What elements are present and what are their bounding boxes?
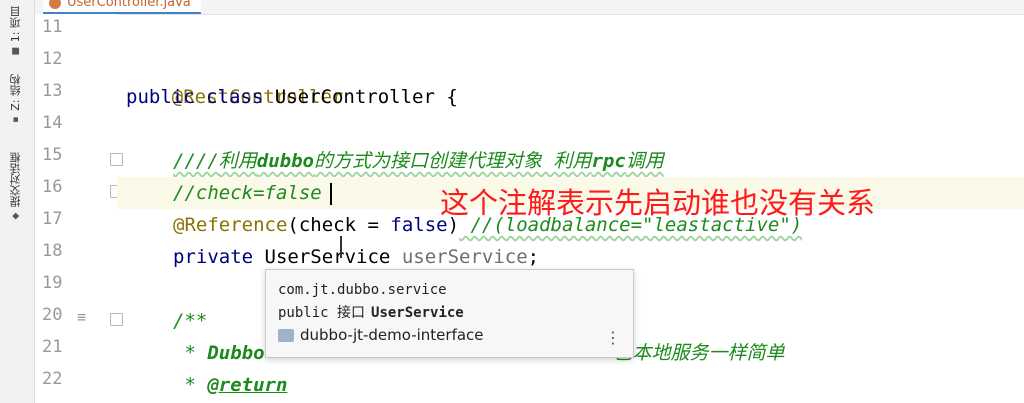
commit-icon: ◆ [11,211,21,221]
operator-token: = [356,214,391,236]
line-number: 21 [42,337,63,357]
class-name-token: UserController [274,86,435,108]
code-line-13: public class UserController { [126,81,458,113]
line-number: 22 [42,369,63,389]
line-number: 18 [42,241,63,261]
type-token: UserService [264,246,391,268]
javadoc-star: * [173,342,208,364]
line-number: 11 [42,17,63,37]
javadoc-tag: @return [207,374,288,396]
tool-tab-structure[interactable]: ▪ Z: 结构 [8,74,24,125]
annotation-token: @Reference [173,214,288,236]
module-folder-icon [278,328,294,342]
doc-package: com.jt.dubbo.service [278,282,447,298]
text-caret [329,182,332,205]
quick-doc-popup[interactable]: com.jt.dubbo.service public 接口 UserServic… [265,269,634,358]
comment-token: //check=false [173,182,322,204]
tool-tab-commit-label: 提交对话框 [9,152,22,207]
line-number: 17 [42,209,63,229]
overlay-annotation: 这个注解表示先启动谁也没有关系 [440,186,876,220]
keyword-token: false [390,214,448,236]
doc-signature-prefix: public 接口 [278,305,366,321]
line-number: 15 [42,145,63,165]
comment-text: 调用 [625,150,664,172]
keyword-token: public [126,86,195,108]
field-token: userService [401,246,528,268]
doc-module-label: dubbo-jt-demo-interface [300,326,484,344]
semicolon-token: ; [527,246,540,268]
javadoc-star: * [173,374,208,396]
code-line-15: ////利用dubbo的方式为接口创建代理对象 利用rpc调用 [173,145,664,177]
doc-signature-name: UserService [371,305,464,321]
code-line-22: * @return [173,369,287,401]
keyword-token: private [173,246,254,268]
line-number: 12 [42,49,63,69]
java-class-icon [49,0,61,9]
editor-gutter: 11 12 13 14 15 16 17 18 19 20 21 22 ● ≡ [35,14,144,403]
tool-tab-project-label: 1: 项目 [9,6,22,43]
folder-icon: ■ [11,46,21,57]
line-number: 13 [42,81,63,101]
brace-token: { [434,86,458,108]
fold-marker[interactable] [110,153,123,166]
tool-window-strip: ■ 1: 项目 ▪ Z: 结构 ◆ 提交对话框 [0,0,35,403]
comment-text: 的方式为接口创建代理对象 利用 [313,150,592,172]
editor-tab-bar: UserController.java [35,0,1024,15]
tool-tab-commit[interactable]: ◆ 提交对话框 [8,152,24,221]
doc-module[interactable]: dubbo-jt-demo-interface [278,326,484,344]
javadoc-word: Dubbo [207,342,265,364]
fold-marker[interactable] [110,313,123,326]
javadoc-start: /** [173,310,208,332]
doc-signature: public 接口 UserService [278,302,464,322]
tool-tab-project[interactable]: ■ 1: 项目 [8,6,24,56]
tool-tab-structure-label: Z: 结构 [9,74,22,111]
implements-marker-icon[interactable]: ≡ [77,308,86,326]
code-line-20: /** [173,305,207,337]
more-options-icon[interactable]: ⋮ [605,328,621,347]
param-token: check [298,214,357,236]
line-number: 16 [42,177,63,197]
comment-text: 利用 [218,150,257,172]
mouse-ibeam-cursor [340,236,342,258]
editor-tab[interactable]: UserController.java [43,0,201,14]
code-line-12: @RestController [126,49,344,108]
comment-prefix: //// [173,150,219,172]
editor-tab-label: UserController.java [67,0,191,10]
comment-bold: dubbo [256,150,314,172]
comment-bold: rpc [591,150,626,172]
javadoc-text: 己本地服务一样简单 [613,342,785,364]
line-number: 19 [42,273,63,293]
line-number: 14 [42,113,63,133]
structure-icon: ▪ [11,114,21,125]
line-number: 20 [42,305,63,325]
paren-token: ( [287,214,299,236]
keyword-token: class [206,86,264,108]
